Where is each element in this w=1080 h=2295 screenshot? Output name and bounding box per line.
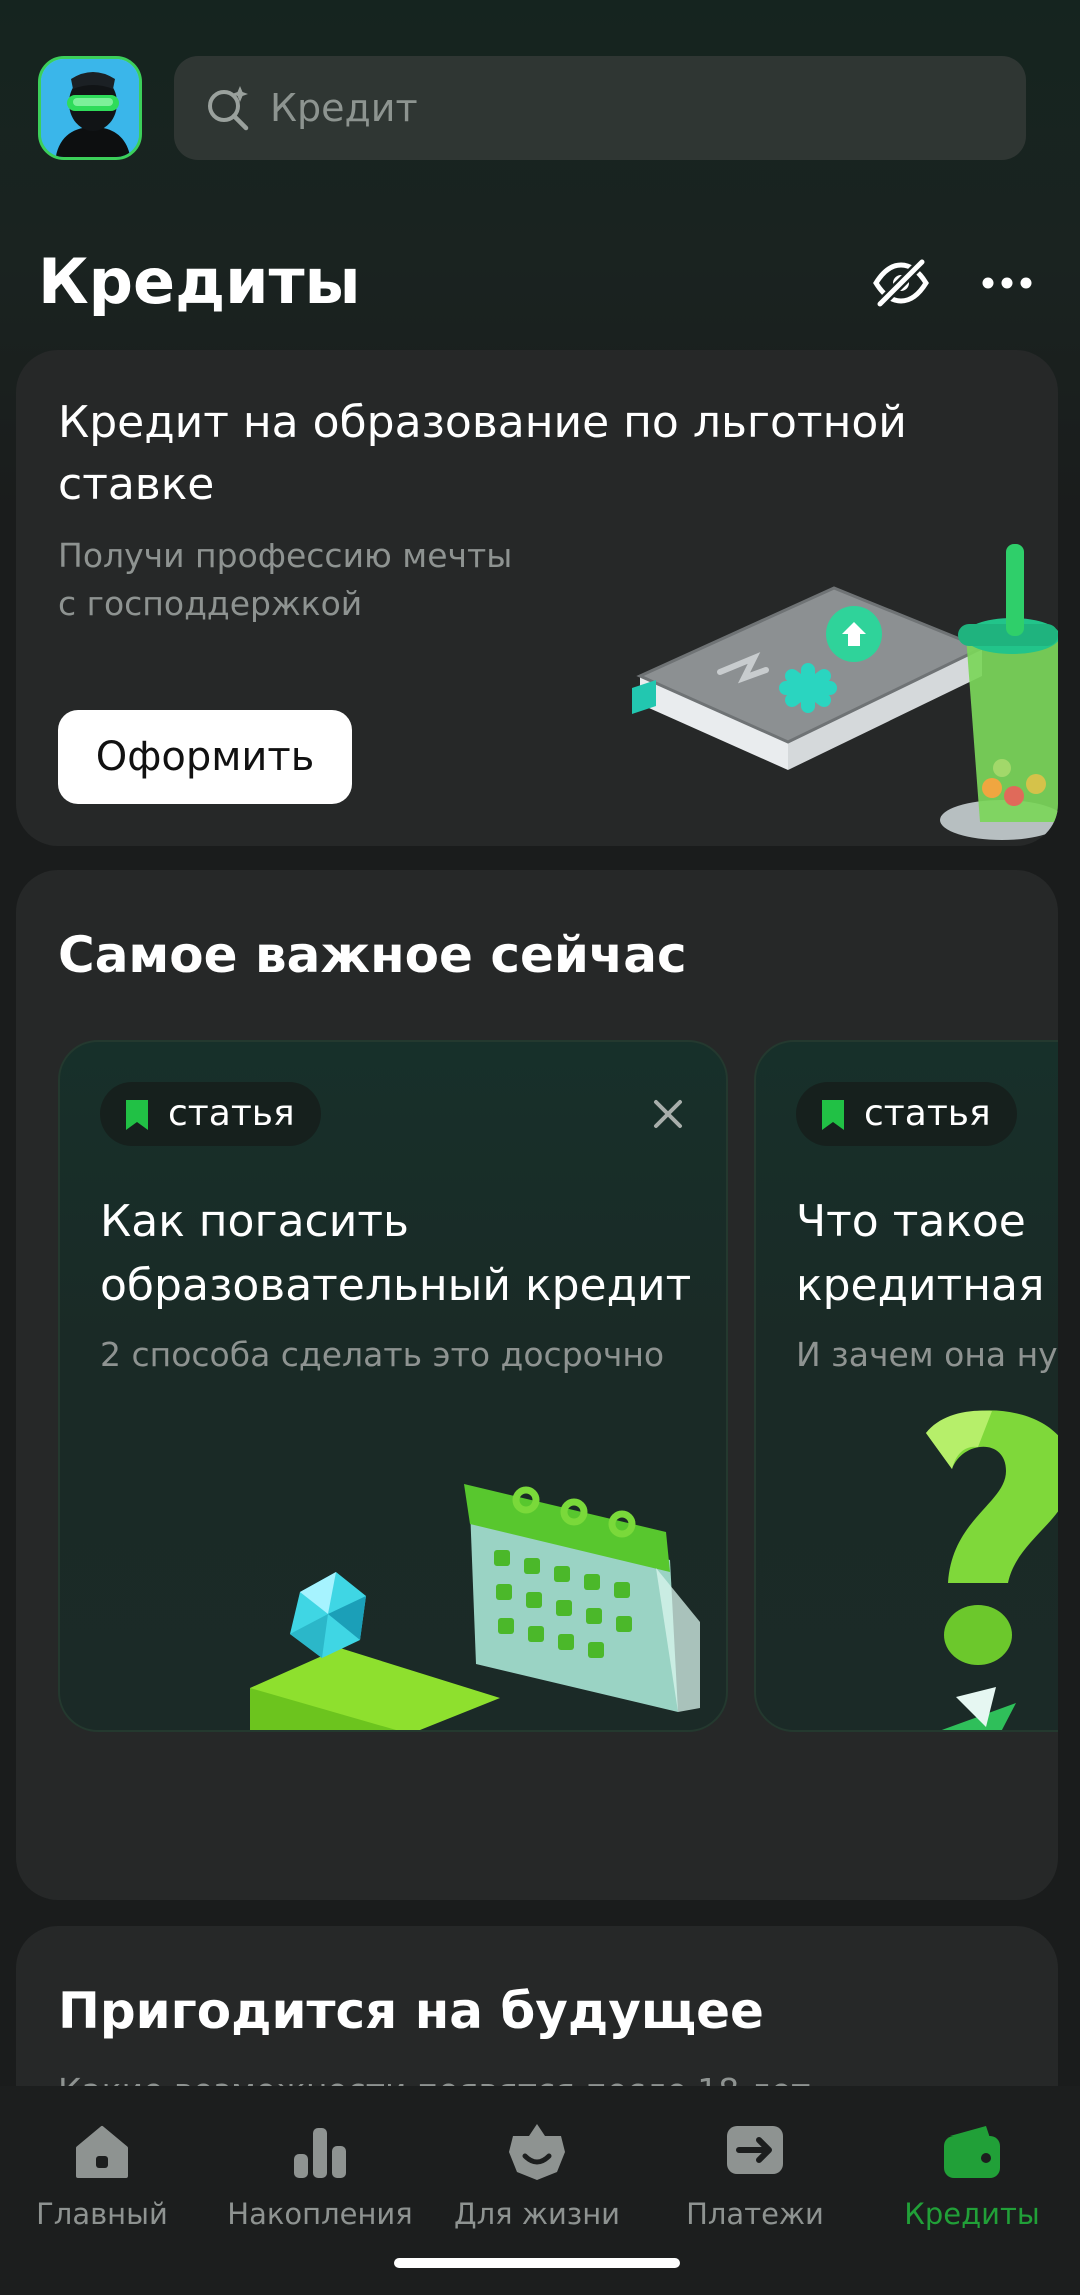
credits-screen: Кредит Кредиты Кредит на образование по … (0, 0, 1080, 2295)
article-tag: статья (100, 1082, 321, 1146)
tag-label: статья (864, 1093, 991, 1134)
avatar-image (41, 59, 139, 157)
nav-label: Кредиты (904, 2197, 1040, 2231)
promo-subtitle-line-2: с господдержкой (58, 584, 363, 623)
page-title: Кредиты (38, 245, 361, 318)
home-indicator[interactable] (394, 2258, 680, 2268)
section-title-important: Самое важное сейчас (58, 926, 687, 984)
promo-subtitle-line-1: Получи профессию мечты (58, 536, 513, 575)
search-sparkle-icon (208, 86, 249, 131)
transfer-icon (727, 2126, 783, 2174)
nav-item-savings[interactable]: Накопления (212, 2114, 428, 2244)
bookmark-icon (126, 1100, 148, 1130)
story-subtitle: 2 способа сделать это досрочно (100, 1335, 665, 1374)
smile-icon (509, 2124, 565, 2180)
chart-icon (294, 2128, 346, 2178)
article-tag: статья (796, 1082, 1017, 1146)
education-loan-promo-card[interactable]: Кредит на образование по льготной ставке… (16, 350, 1058, 846)
nav-label: Платежи (686, 2197, 824, 2231)
section-title-future: Пригодится на будущее (58, 1982, 764, 2040)
story-title-line-1: Что такое (796, 1196, 1026, 1247)
promo-title: Кредит на образование по льготной ставке (58, 397, 907, 510)
story-title-line-2: кредитная и (796, 1260, 1058, 1311)
question-mark-illustration (926, 1410, 1058, 1730)
home-icon (76, 2126, 128, 2178)
tag-label: статья (168, 1093, 295, 1134)
nav-label: Для жизни (453, 2197, 621, 2231)
important-now-section: Самое важное сейчас статья Как погасить … (16, 870, 1058, 1900)
nav-label: Главный (36, 2197, 168, 2231)
more-options-icon[interactable] (976, 252, 1038, 314)
wallet-icon (944, 2126, 1000, 2178)
search-placeholder: Кредит (270, 86, 418, 130)
close-icon[interactable] (650, 1096, 686, 1132)
story-title: Как погасить образовательный кредит (100, 1190, 720, 1318)
story-title-line-2: образовательный кредит (100, 1260, 692, 1311)
nav-item-credits[interactable]: Кредиты (864, 2114, 1080, 2244)
book-and-drink-illustration (632, 544, 1058, 840)
nav-item-lifestyle[interactable]: Для жизни (429, 2114, 645, 2244)
bookmark-icon (822, 1100, 844, 1130)
story-card-repay-loan[interactable]: статья Как погасить образовательный кред… (58, 1040, 728, 1732)
apply-button[interactable]: Оформить (58, 710, 352, 804)
promo-subtitle: Получи профессию мечты с господдержкой (58, 532, 578, 628)
nav-item-payments[interactable]: Платежи (647, 2114, 863, 2244)
story-title: Что такое кредитная и (796, 1190, 1058, 1318)
profile-avatar[interactable] (38, 56, 142, 160)
nav-label: Накопления (227, 2197, 413, 2231)
search-field[interactable]: Кредит (174, 56, 1026, 160)
nav-item-home[interactable]: Главный (0, 2114, 210, 2244)
hide-balance-icon[interactable] (870, 252, 932, 314)
story-card-credit-history[interactable]: статья Что такое кредитная и И зачем она… (754, 1040, 1058, 1732)
story-title-line-1: Как погасить (100, 1196, 409, 1247)
calendar-and-gem-illustration (250, 1484, 700, 1730)
